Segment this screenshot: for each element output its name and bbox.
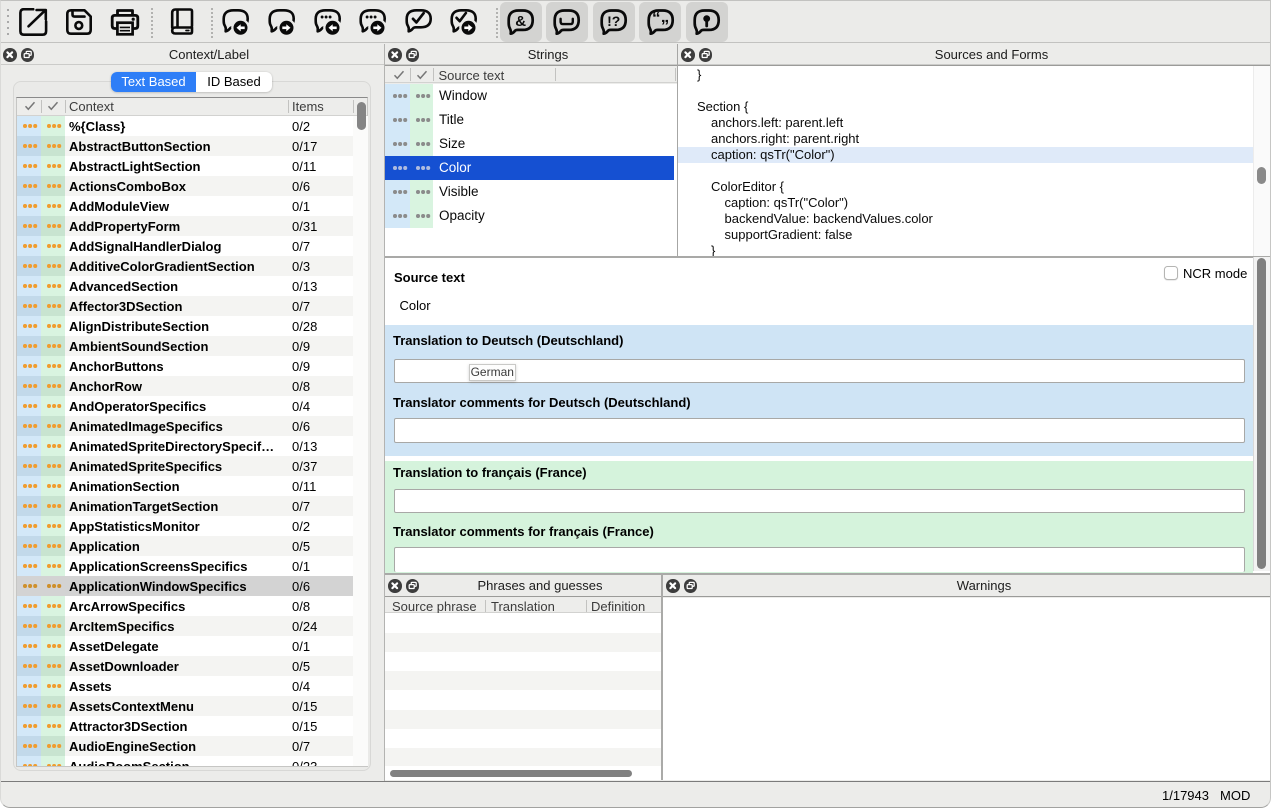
svg-text:„: „: [661, 9, 670, 26]
svg-text:!?: !?: [607, 13, 620, 29]
svg-text:&: &: [515, 13, 526, 30]
svg-text:“: “: [652, 9, 661, 28]
